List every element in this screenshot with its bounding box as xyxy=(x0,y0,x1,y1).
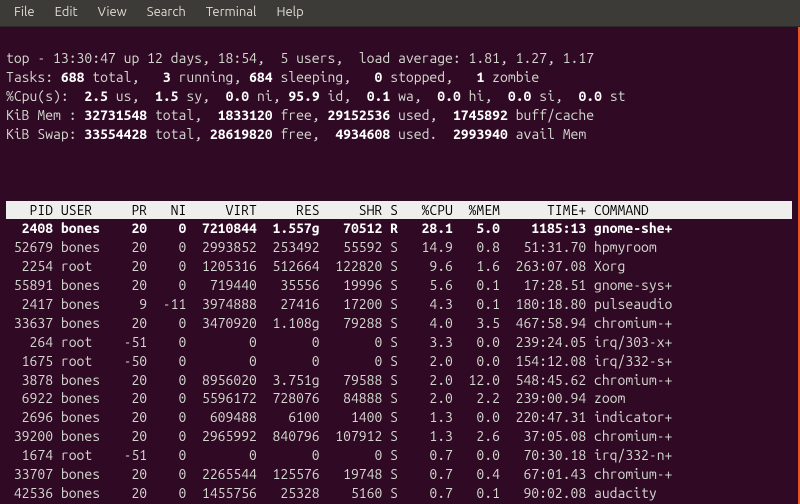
process-row: 6922 bones 20 0 5596172 728076 84888 S 2… xyxy=(6,389,792,408)
menu-help[interactable]: Help xyxy=(268,2,311,24)
process-row: 264 root -51 0 0 0 0 S 3.3 0.0 239:24.05… xyxy=(6,333,792,352)
menu-edit[interactable]: Edit xyxy=(47,2,86,24)
process-row: 2696 bones 20 0 609488 6100 1400 S 1.3 0… xyxy=(6,408,792,427)
menu-terminal[interactable]: Terminal xyxy=(198,2,265,24)
process-row: 1674 root -51 0 0 0 0 S 0.7 0.0 70:30.18… xyxy=(6,446,792,465)
process-row: 2254 root 20 0 1205316 512664 122820 S 9… xyxy=(6,257,792,276)
process-list: 2408 bones 20 0 7210844 1.557g 70512 R 2… xyxy=(6,219,792,503)
process-row: 52275 bones 20 0 2276772 130960 15212 S … xyxy=(6,503,792,504)
process-row: 55891 bones 20 0 719440 35556 19996 S 5.… xyxy=(6,276,792,295)
process-row: 33637 bones 20 0 3470920 1.108g 79288 S … xyxy=(6,314,792,333)
menubar: FileEditViewSearchTerminalHelp xyxy=(0,0,800,27)
process-row: 42536 bones 20 0 1455756 25328 5160 S 0.… xyxy=(6,484,792,503)
top-summary: top - 13:30:47 up 12 days, 18:54, 5 user… xyxy=(6,49,792,143)
process-row: 39200 bones 20 0 2965992 840796 107912 S… xyxy=(6,427,792,446)
column-header: PID USER PR NI VIRT RES SHR S %CPU %MEM … xyxy=(6,201,792,220)
menu-file[interactable]: File xyxy=(6,2,43,24)
process-row: 1675 root -50 0 0 0 0 S 2.0 0.0 154:12.0… xyxy=(6,352,792,371)
menu-view[interactable]: View xyxy=(90,2,135,24)
process-row: 52679 bones 20 0 2993852 253492 55592 S … xyxy=(6,238,792,257)
blank-line xyxy=(6,163,792,182)
terminal-output[interactable]: top - 13:30:47 up 12 days, 18:54, 5 user… xyxy=(0,27,800,504)
process-row: 2417 bones 9 -11 3974888 27416 17200 S 4… xyxy=(6,295,792,314)
menu-search[interactable]: Search xyxy=(139,2,194,24)
process-row: 2408 bones 20 0 7210844 1.557g 70512 R 2… xyxy=(6,219,792,238)
process-row: 3878 bones 20 0 8956020 3.751g 79588 S 2… xyxy=(6,371,792,390)
process-row: 33707 bones 20 0 2265544 125576 19748 S … xyxy=(6,465,792,484)
